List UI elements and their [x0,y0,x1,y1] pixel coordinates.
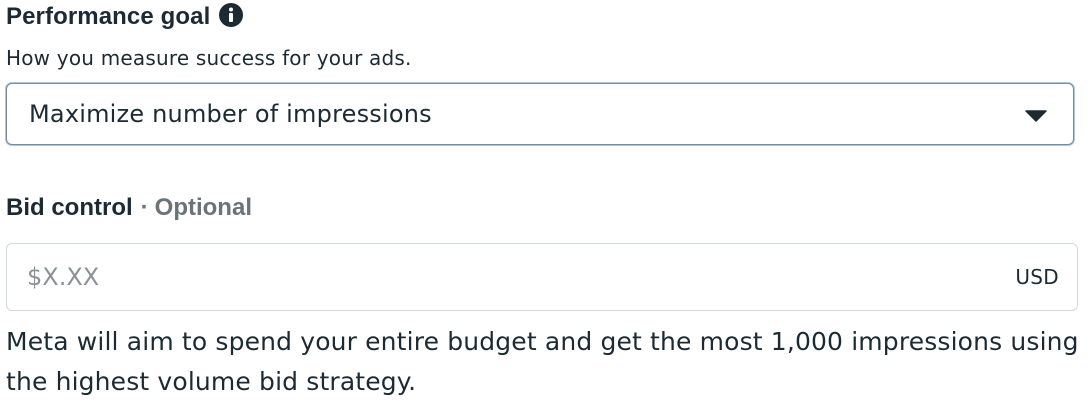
performance-goal-header: Performance goal [6,0,244,34]
performance-goal-selected-value: Maximize number of impressions [29,100,432,128]
bid-control-field: USD [6,243,1078,311]
performance-goal-select[interactable]: Maximize number of impressions [6,83,1074,145]
bid-control-input[interactable] [25,256,1016,298]
bid-control-separator: · [140,194,149,221]
info-circle-icon[interactable] [218,2,244,28]
currency-label: USD [1015,265,1059,289]
bid-strategy-help-text: Meta will aim to spend your entire budge… [6,327,1079,396]
bid-control-optional-label: Optional [154,194,252,221]
bid-control-label: Bid control [6,194,133,221]
caret-down-icon [1025,110,1047,122]
performance-goal-title: Performance goal [6,3,211,30]
performance-goal-subtitle: How you measure success for your ads. [6,46,412,70]
bid-control-header: Bid control · Optional [6,192,252,224]
